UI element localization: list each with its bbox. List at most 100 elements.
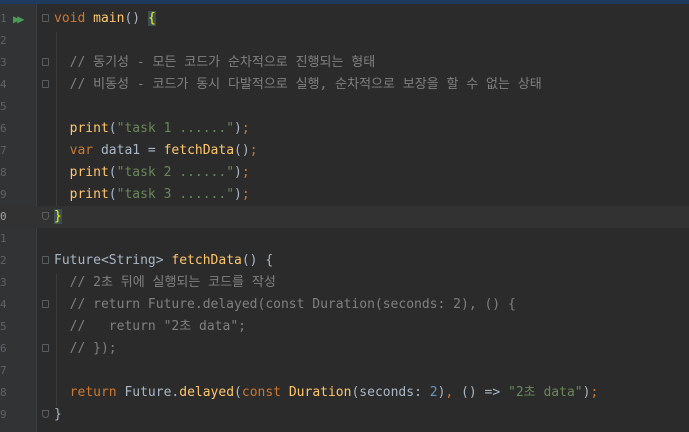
code-token: () (124, 11, 148, 26)
fold-marker-icon[interactable] (42, 410, 49, 418)
code-token: "task 3 ......" (116, 187, 235, 202)
code-token: ( (108, 121, 117, 136)
code-token: return (69, 385, 117, 400)
code-line[interactable]: 5 // return "2초 data"; (0, 316, 689, 338)
code-text: print("task 1 ......"); (54, 118, 250, 140)
code-line[interactable]: 6 print("task 1 ......"); (0, 118, 689, 140)
code-line[interactable]: 4 // return Future.delayed(const Duratio… (0, 294, 689, 316)
code-token: Duration (288, 385, 352, 400)
line-number: 6 (0, 122, 6, 135)
line-number: 1 (0, 232, 6, 245)
code-line[interactable]: 6 // }); (0, 338, 689, 360)
code-token: ) (234, 187, 242, 202)
code-token: print (69, 187, 109, 202)
fold-marker-icon[interactable] (42, 256, 49, 264)
code-text: // return "2초 data"; (54, 316, 246, 338)
code-token: fetchData (171, 253, 242, 268)
line-number: 5 (0, 100, 6, 113)
code-token: Future (124, 385, 172, 400)
line-number: 3 (0, 276, 6, 289)
code-token: print (69, 165, 109, 180)
line-number: 5 (0, 320, 6, 333)
code-token: "task 2 ......" (116, 165, 235, 180)
code-text: // 비동성 - 코드가 동시 다발적으로 실행, 순차적으로 보장을 할 수 … (54, 74, 542, 96)
code-token: // 동기성 - 모든 코드가 순차적으로 진행되는 형태 (54, 55, 376, 70)
code-token: ; (590, 385, 599, 400)
line-number: 2 (0, 254, 6, 267)
code-token: } (54, 407, 62, 422)
code-line[interactable]: 1 (0, 228, 689, 250)
code-text: var data1 = fetchData(); (54, 140, 258, 162)
code-line[interactable]: 2 Future<String> fetchData() { (0, 250, 689, 272)
code-text: return Future.delayed(const Duration(sec… (54, 382, 599, 404)
code-token: (seconds: (351, 385, 430, 400)
code-text: // 2초 뒤에 실행되는 코드를 작성 (54, 272, 276, 294)
code-token: () (234, 143, 250, 158)
code-token: // 비동성 - 코드가 동시 다발적으로 실행, 순차적으로 보장을 할 수 … (54, 77, 542, 92)
code-token: fetchData (163, 143, 235, 158)
line-number: 7 (0, 144, 6, 157)
code-token: () => (453, 385, 509, 400)
line-number: 4 (0, 298, 6, 311)
code-token: "task 1 ......" (116, 121, 235, 136)
code-token: data1 = (93, 143, 164, 158)
code-text: print("task 3 ......"); (54, 184, 250, 206)
code-text: void main() { (54, 8, 156, 30)
code-token: ( (108, 165, 117, 180)
code-token: ; (241, 165, 250, 180)
code-line[interactable]: 7 var data1 = fetchData(); (0, 140, 689, 162)
fold-marker-icon[interactable] (42, 344, 49, 352)
line-number: 4 (0, 78, 6, 91)
code-text: print("task 2 ......"); (54, 162, 250, 184)
code-line[interactable]: 9 print("task 3 ......"); (0, 184, 689, 206)
code-token: delayed (179, 385, 235, 400)
fold-marker-icon[interactable] (42, 14, 49, 22)
code-token: } (54, 209, 62, 224)
code-line[interactable]: 3 // 2초 뒤에 실행되는 코드를 작성 (0, 272, 689, 294)
code-text: } (54, 206, 62, 228)
code-line[interactable]: 7 (0, 360, 689, 382)
code-line[interactable]: 5 (0, 96, 689, 118)
line-number: 1 (0, 12, 6, 25)
code-token: print (69, 121, 109, 136)
line-number: 9 (0, 188, 6, 201)
line-number: 8 (0, 386, 6, 399)
code-token: "2초 data" (508, 385, 583, 400)
line-number: 6 (0, 342, 6, 355)
code-text: // return Future.delayed(const Duration(… (54, 294, 516, 316)
top-tab-strip (0, 0, 689, 4)
fold-marker-icon[interactable] (42, 212, 49, 220)
code-token: Future<String> (54, 253, 172, 268)
code-token: // return "2초 data"; (54, 319, 246, 334)
fold-marker-icon[interactable] (42, 58, 49, 66)
code-text: } (54, 404, 62, 426)
code-token: ; (241, 121, 250, 136)
code-line[interactable]: 8 return Future.delayed(const Duration(s… (0, 382, 689, 404)
fold-marker-icon[interactable] (42, 80, 49, 88)
fold-marker-icon[interactable] (42, 300, 49, 308)
code-text: // }); (54, 338, 117, 360)
code-line[interactable]: 1 ▶▶ void main() { (0, 8, 689, 30)
run-main-icon[interactable]: ▶▶ (13, 13, 25, 25)
code-token: () { (241, 253, 274, 268)
code-token: ; (241, 187, 250, 202)
code-token: void (54, 11, 86, 26)
code-token: const (241, 385, 282, 400)
code-line[interactable]: 9} (0, 404, 689, 426)
code-line[interactable]: 3 // 동기성 - 모든 코드가 순차적으로 진행되는 형태 (0, 52, 689, 74)
code-line[interactable]: 2 (0, 30, 689, 52)
code-text: // 동기성 - 모든 코드가 순차적으로 진행되는 형태 (54, 52, 376, 74)
code-token: 2 (429, 385, 438, 400)
code-line[interactable]: 4 // 비동성 - 코드가 동시 다발적으로 실행, 순차적으로 보장을 할 … (0, 74, 689, 96)
code-line[interactable]: 8 print("task 2 ......"); (0, 162, 689, 184)
line-number: 3 (0, 56, 6, 69)
line-number: 8 (0, 166, 6, 179)
code-token: ) (234, 165, 242, 180)
line-number: 9 (0, 408, 6, 421)
code-token: main (93, 11, 125, 26)
code-line[interactable]: 0} (0, 206, 689, 228)
